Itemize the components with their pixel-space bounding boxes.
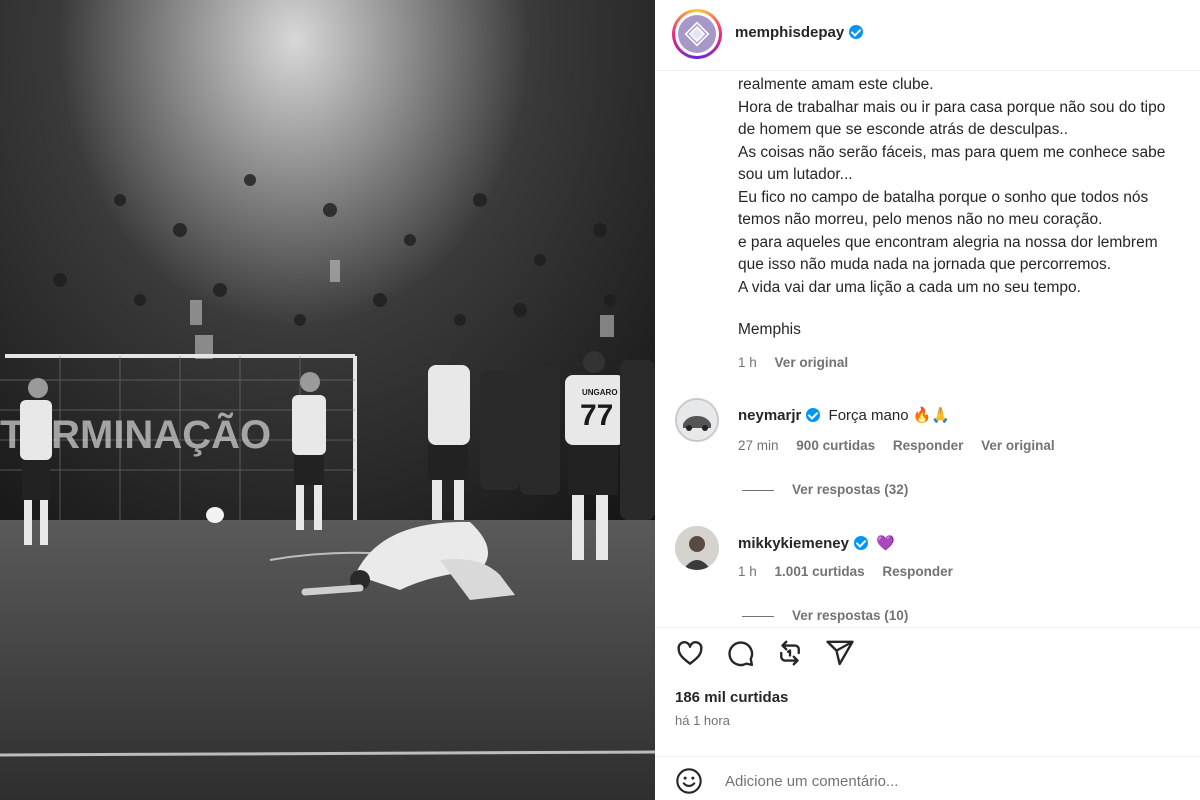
comment-input[interactable] (725, 769, 1165, 793)
jersey-number: 77 (580, 399, 613, 432)
caption-line: de homem que se esconde atrás de desculp… (738, 121, 1069, 138)
comment-body: neymarjr Força mano 🔥🙏 (738, 406, 950, 424)
car-icon (677, 400, 717, 440)
caption-line: Eu fico no campo de batalha porque o son… (738, 188, 1149, 206)
post-details-pane: memphisdepay realmente amam este clube. … (655, 0, 1200, 800)
person-avatar-icon (675, 526, 719, 570)
comment-item: mikkykiemeney 💜 1 h 1.001 curtidas Respo… (655, 526, 1200, 627)
post-actions: 186 mil curtidas há 1 hora (655, 627, 1200, 800)
author-username-row[interactable]: memphisdepay (735, 24, 864, 41)
caption-line: e para aqueles que encontram alegria na … (738, 233, 1158, 251)
post-photo: TERMINAÇÃO 77 UNGARO (0, 0, 655, 800)
caption-line: As coisas não serão fáceis, mas para que… (738, 143, 1166, 161)
caption-line: temos não morreu, pelo menos não no meu … (738, 211, 1103, 228)
post-caption: realmente amam este clube. Hora de traba… (738, 74, 1200, 342)
comment-time: 1 h (738, 564, 757, 579)
verified-badge-icon (853, 536, 868, 550)
comment-meta: 1 h 1.001 curtidas Responder (738, 564, 967, 579)
repost-icon[interactable] (775, 638, 805, 668)
caption-line: realmente amam este clube. (738, 76, 934, 93)
comment-username[interactable]: mikkykiemeney (738, 535, 849, 552)
caption-meta: 1 h Ver original (738, 355, 862, 370)
comment-item: neymarjr Força mano 🔥🙏 27 min 900 curtid… (655, 398, 1200, 498)
see-original-button[interactable]: Ver original (981, 438, 1055, 453)
caption-time: 1 h (738, 355, 757, 370)
view-replies-button[interactable]: Ver respostas (10) (742, 608, 908, 623)
verified-badge-icon (806, 408, 821, 422)
heart-icon[interactable] (675, 638, 705, 668)
commenter-avatar[interactable] (675, 526, 719, 570)
comments-scroll-area[interactable]: realmente amam este clube. Hora de traba… (655, 70, 1200, 627)
caption-line: que isso não muda nada na jornada que pe… (738, 256, 1112, 273)
comment-meta: 27 min 900 curtidas Responder Ver origin… (738, 438, 1069, 453)
logo-icon (684, 21, 710, 47)
view-replies-button[interactable]: Ver respostas (32) (742, 482, 908, 497)
caption-line: sou um lutador... (738, 166, 853, 183)
post-header: memphisdepay (655, 0, 1200, 71)
comment-likes[interactable]: 900 curtidas (796, 438, 875, 453)
reply-button[interactable]: Responder (893, 438, 964, 453)
comment-time: 27 min (738, 438, 779, 453)
comment-likes[interactable]: 1.001 curtidas (775, 564, 865, 579)
comment-text: 💜 (876, 535, 895, 552)
commenter-avatar[interactable] (675, 398, 719, 442)
reply-button[interactable]: Responder (882, 564, 953, 579)
caption-line: Hora de trabalhar mais ou ir para casa p… (738, 98, 1166, 116)
add-comment-bar (655, 756, 1200, 800)
post-photo-scene: TERMINAÇÃO 77 UNGARO (0, 0, 655, 800)
emoji-icon[interactable] (675, 767, 703, 795)
comment-icon[interactable] (725, 638, 755, 668)
comment-body: mikkykiemeney 💜 (738, 534, 895, 552)
comment-username[interactable]: neymarjr (738, 407, 801, 424)
see-original-button[interactable]: Ver original (775, 355, 849, 370)
jersey-name: UNGARO (582, 388, 618, 397)
post-timestamp: há 1 hora (675, 713, 730, 728)
send-icon[interactable] (825, 638, 855, 668)
author-username[interactable]: memphisdepay (735, 24, 844, 41)
caption-line: A vida vai dar uma lição a cada um no se… (738, 278, 1081, 296)
author-avatar[interactable] (672, 9, 722, 59)
comment-text: Força mano 🔥🙏 (828, 407, 951, 424)
caption-signature: Memphis (738, 321, 801, 338)
post-likes-count[interactable]: 186 mil curtidas (675, 689, 788, 706)
verified-badge-icon (849, 25, 864, 39)
